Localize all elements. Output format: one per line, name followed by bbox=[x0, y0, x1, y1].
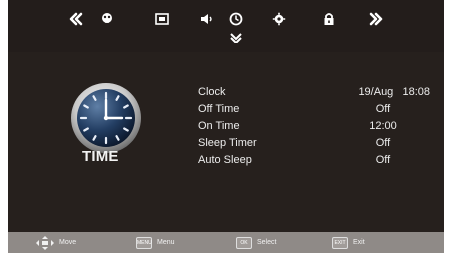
menu-tab-bar bbox=[8, 0, 444, 52]
move-hint: Move bbox=[36, 232, 76, 253]
sound-icon bbox=[201, 14, 212, 24]
select-key-icon: OK bbox=[236, 236, 252, 249]
off-time-value: Off bbox=[375, 103, 391, 115]
move-label: Move bbox=[59, 239, 77, 246]
sleep-timer-label: Sleep Timer bbox=[198, 137, 257, 149]
screen-icon bbox=[155, 13, 169, 25]
key-hint-bar: Move MENU Menu OK Select EXIT Exit bbox=[8, 232, 444, 253]
exit-hint: EXIT Exit bbox=[332, 232, 365, 253]
select-hint: OK Select bbox=[236, 232, 276, 253]
tab-screen[interactable] bbox=[148, 6, 176, 32]
menu-label: Menu bbox=[157, 239, 175, 246]
menu-frame: TIME Clock 19/Aug 18:08 Off Time Off On … bbox=[8, 0, 444, 253]
off-time-row[interactable]: Off Time Off bbox=[198, 101, 438, 118]
sleep-timer-value: Off bbox=[375, 137, 391, 149]
time-icon bbox=[229, 12, 243, 26]
tab-sound[interactable] bbox=[192, 6, 220, 32]
tab-setup[interactable] bbox=[265, 6, 293, 32]
next-icon bbox=[369, 12, 383, 26]
lock-icon bbox=[324, 13, 334, 25]
clock-label: Clock bbox=[198, 86, 226, 98]
menu-hint: MENU Menu bbox=[136, 232, 175, 253]
tab-lock[interactable] bbox=[315, 6, 343, 32]
tab-prev[interactable] bbox=[62, 6, 90, 32]
clock-value: 19/Aug 18:08 bbox=[358, 86, 430, 98]
auto-sleep-label: Auto Sleep bbox=[198, 154, 252, 166]
on-time-label: On Time bbox=[198, 120, 240, 132]
sleep-timer-row[interactable]: Sleep Timer Off bbox=[198, 135, 438, 152]
tv-menu-screen: TIME Clock 19/Aug 18:08 Off Time Off On … bbox=[0, 0, 452, 253]
select-label: Select bbox=[257, 239, 277, 246]
time-settings-list: Clock 19/Aug 18:08 Off Time Off On Time … bbox=[198, 84, 438, 169]
auto-sleep-value: Off bbox=[375, 154, 391, 166]
tab-next[interactable] bbox=[362, 6, 390, 32]
exit-key-icon: EXIT bbox=[332, 236, 348, 249]
on-time-row[interactable]: On Time 12:00 bbox=[198, 118, 438, 135]
active-tab-pointer-icon bbox=[230, 33, 242, 43]
auto-sleep-row[interactable]: Auto Sleep Off bbox=[198, 152, 438, 169]
tab-time[interactable] bbox=[222, 6, 250, 32]
off-time-label: Off Time bbox=[198, 103, 240, 115]
prev-icon bbox=[69, 12, 83, 26]
picture-icon bbox=[102, 13, 112, 23]
menu-title: TIME bbox=[82, 148, 119, 165]
tab-picture[interactable] bbox=[93, 6, 121, 32]
on-time-value: 12:00 bbox=[369, 120, 397, 132]
clock-row[interactable]: Clock 19/Aug 18:08 bbox=[198, 84, 438, 101]
setup-icon bbox=[272, 12, 286, 26]
exit-label: Exit bbox=[353, 239, 365, 246]
move-icon bbox=[36, 235, 54, 250]
menu-key-icon: MENU bbox=[136, 236, 152, 249]
